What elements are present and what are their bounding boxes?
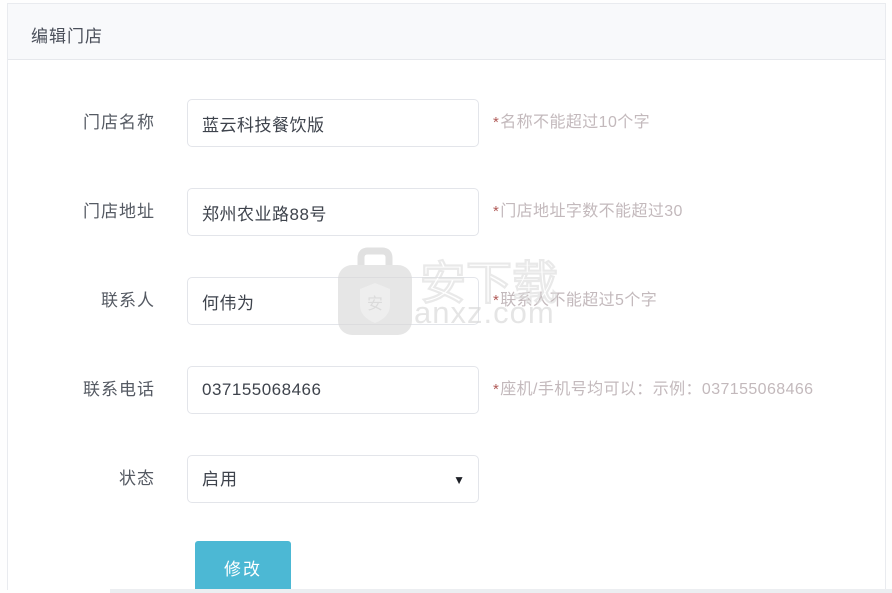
status-select-value: 启用 <box>202 470 238 489</box>
field-label-store-address: 门店地址 <box>83 202 155 221</box>
form-row: 门店名称 *名称不能超过10个字 <box>8 99 885 147</box>
field-label-store-name: 门店名称 <box>83 113 155 132</box>
field-label-contact-phone: 联系电话 <box>83 380 155 399</box>
required-asterisk: * <box>493 203 500 220</box>
contact-person-hint: *联系人不能超过5个字 <box>493 277 657 325</box>
contact-phone-hint: *座机/手机号均可以：示例：037155068466 <box>493 366 813 414</box>
form-row: 状态 启用 ▼ <box>8 455 885 503</box>
contact-phone-hint-text: 座机/手机号均可以：示例：037155068466 <box>500 381 814 398</box>
field-label-contact-person: 联系人 <box>101 291 155 310</box>
submit-row: 修改 <box>187 541 479 593</box>
store-address-input[interactable] <box>188 189 478 235</box>
store-address-field-wrapper[interactable] <box>187 188 479 236</box>
store-name-hint-text: 名称不能超过10个字 <box>500 114 651 131</box>
form-row: 联系人 *联系人不能超过5个字 <box>8 277 885 325</box>
store-name-hint: *名称不能超过10个字 <box>493 99 650 147</box>
store-address-hint-text: 门店地址字数不能超过30 <box>500 203 683 220</box>
page-title: 编辑门店 <box>31 27 103 46</box>
required-asterisk: * <box>493 292 500 309</box>
status-select[interactable]: 启用 ▼ <box>187 455 479 503</box>
store-name-field-wrapper[interactable] <box>187 99 479 147</box>
edit-store-page: 编辑门店 门店名称 *名称不能超过10个字 门店地址 <box>0 0 892 593</box>
chevron-down-icon[interactable]: ▼ <box>453 456 465 504</box>
bottom-strip <box>110 589 892 593</box>
required-asterisk: * <box>493 114 500 131</box>
edit-store-panel: 编辑门店 门店名称 *名称不能超过10个字 门店地址 <box>7 3 886 593</box>
required-asterisk: * <box>493 381 500 398</box>
field-label-status: 状态 <box>119 469 155 488</box>
panel-header: 编辑门店 <box>8 4 885 60</box>
contact-person-input[interactable] <box>188 278 478 324</box>
store-name-input[interactable] <box>188 100 478 146</box>
contact-phone-field-wrapper[interactable] <box>187 366 479 414</box>
contact-phone-input[interactable] <box>188 367 478 413</box>
form-row: 门店地址 *门店地址字数不能超过30 <box>8 188 885 236</box>
store-address-hint: *门店地址字数不能超过30 <box>493 188 683 236</box>
save-button[interactable]: 修改 <box>195 541 291 593</box>
contact-person-hint-text: 联系人不能超过5个字 <box>500 292 658 309</box>
contact-person-field-wrapper[interactable] <box>187 277 479 325</box>
form-row: 联系电话 *座机/手机号均可以：示例：037155068466 <box>8 366 885 414</box>
